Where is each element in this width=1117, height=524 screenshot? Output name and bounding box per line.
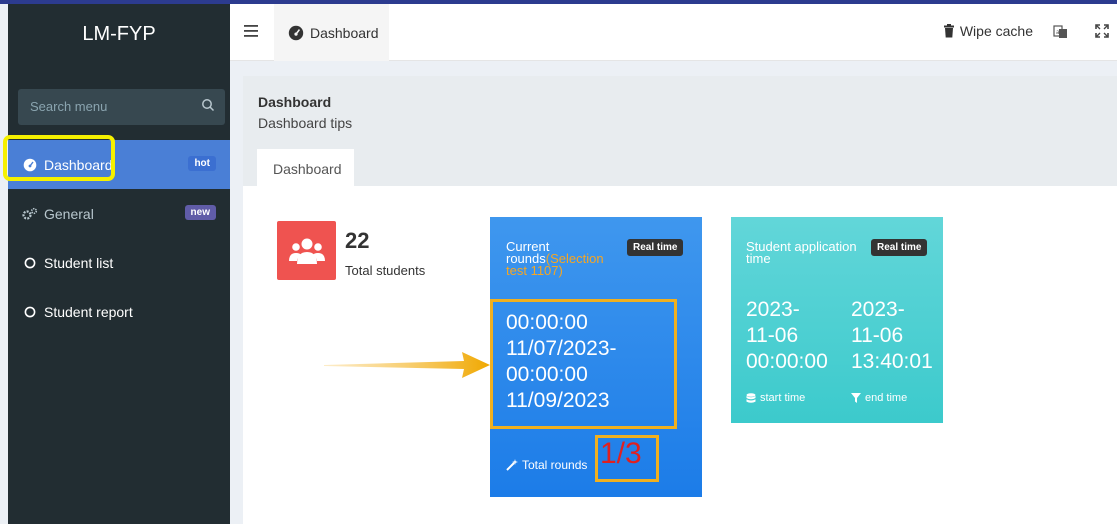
new-badge: new bbox=[184, 205, 216, 220]
rounds-card-title: Current rounds(Selection test 1107) bbox=[506, 239, 626, 277]
rounds-time-range: 00:00:00 11/07/2023- 00:00:00 11/09/2023 bbox=[490, 299, 677, 429]
magic-wand-icon bbox=[506, 459, 518, 471]
time-line: 11-06 bbox=[746, 324, 799, 347]
highlight-annotation bbox=[3, 135, 115, 181]
database-icon bbox=[746, 392, 756, 403]
page-title: Dashboard bbox=[258, 94, 332, 110]
total-students-label: Total students bbox=[345, 263, 426, 278]
trash-icon bbox=[943, 24, 954, 38]
application-time-card: Student application time Real time 2023-… bbox=[731, 217, 943, 423]
time-line: 00:00:00 bbox=[746, 350, 828, 373]
top-header: Dashboard Wipe cache a bbox=[230, 4, 1117, 61]
page-subtitle: Dashboard tips bbox=[258, 115, 353, 131]
search-input[interactable]: Search menu bbox=[18, 89, 225, 125]
wipe-cache-button[interactable]: Wipe cache bbox=[943, 23, 1033, 39]
sidebar-item-label: Student report bbox=[44, 303, 133, 320]
time-line: 11/09/2023 bbox=[506, 389, 610, 412]
sidebar-item-student-list[interactable]: Student list bbox=[8, 238, 230, 287]
time-line: 2023- bbox=[851, 298, 905, 321]
time-line: 00:00:00 bbox=[506, 311, 588, 334]
total-rounds-footer: Total rounds bbox=[506, 458, 587, 472]
start-time-value: 2023- 11-06 00:00:00 bbox=[746, 297, 828, 375]
tab-dashboard-content[interactable]: Dashboard bbox=[257, 149, 354, 186]
content-header: Dashboard Dashboard tips Dashboard bbox=[243, 76, 1117, 186]
time-line: 11-06 bbox=[851, 324, 904, 347]
end-time-value: 2023- 11-06 13:40:01 bbox=[851, 297, 933, 375]
end-time-label: end time bbox=[865, 392, 908, 404]
time-line: 11/07/2023- bbox=[506, 337, 617, 360]
sidebar-item-general[interactable]: General new bbox=[8, 189, 230, 238]
time-line: 00:00:00 bbox=[506, 363, 588, 386]
wipe-cache-label: Wipe cache bbox=[959, 23, 1033, 39]
tab-dashboard[interactable]: Dashboard bbox=[274, 4, 389, 61]
circle-icon bbox=[22, 255, 38, 271]
start-time-label-row: start time bbox=[746, 392, 805, 404]
sidebar-item-student-report[interactable]: Student report bbox=[8, 287, 230, 336]
real-time-badge: Real time bbox=[871, 239, 928, 256]
gears-icon bbox=[22, 206, 38, 222]
students-stat-icon bbox=[277, 221, 336, 280]
app-logo[interactable]: LM-FYP bbox=[8, 4, 230, 64]
time-line: 13:40:01 bbox=[851, 350, 933, 373]
hot-badge: hot bbox=[188, 156, 216, 171]
sidebar-item-label: General bbox=[44, 205, 94, 222]
start-time-label: start time bbox=[760, 392, 806, 404]
circle-icon bbox=[22, 304, 38, 320]
rounds-value: 1/3 bbox=[600, 437, 642, 470]
rounds-title-text: Current rounds bbox=[506, 239, 550, 266]
sidebar-item-label: Student list bbox=[44, 254, 114, 271]
menu-toggle-icon[interactable] bbox=[244, 24, 260, 38]
search-placeholder: Search menu bbox=[30, 99, 108, 114]
svg-text:a: a bbox=[1056, 29, 1060, 36]
dashboard-icon bbox=[288, 25, 304, 40]
total-rounds-label: Total rounds bbox=[522, 458, 588, 472]
application-card-title: Student application time bbox=[746, 239, 857, 266]
sidebar: LM-FYP Search menu Dashboard hot General… bbox=[8, 4, 230, 524]
filter-icon bbox=[851, 393, 861, 403]
time-line: 2023- bbox=[746, 298, 800, 321]
total-students-value: 22 bbox=[345, 228, 370, 253]
fullscreen-icon[interactable] bbox=[1095, 24, 1109, 38]
users-icon bbox=[288, 238, 325, 264]
end-time-label-row: end time bbox=[851, 392, 907, 404]
translate-icon[interactable]: a bbox=[1053, 24, 1069, 40]
arrow-annotation bbox=[324, 352, 490, 378]
current-rounds-card: Current rounds(Selection test 1107) Real… bbox=[490, 217, 702, 497]
tab-label: Dashboard bbox=[310, 24, 379, 41]
search-icon[interactable] bbox=[201, 98, 215, 112]
real-time-badge: Real time bbox=[627, 239, 684, 256]
